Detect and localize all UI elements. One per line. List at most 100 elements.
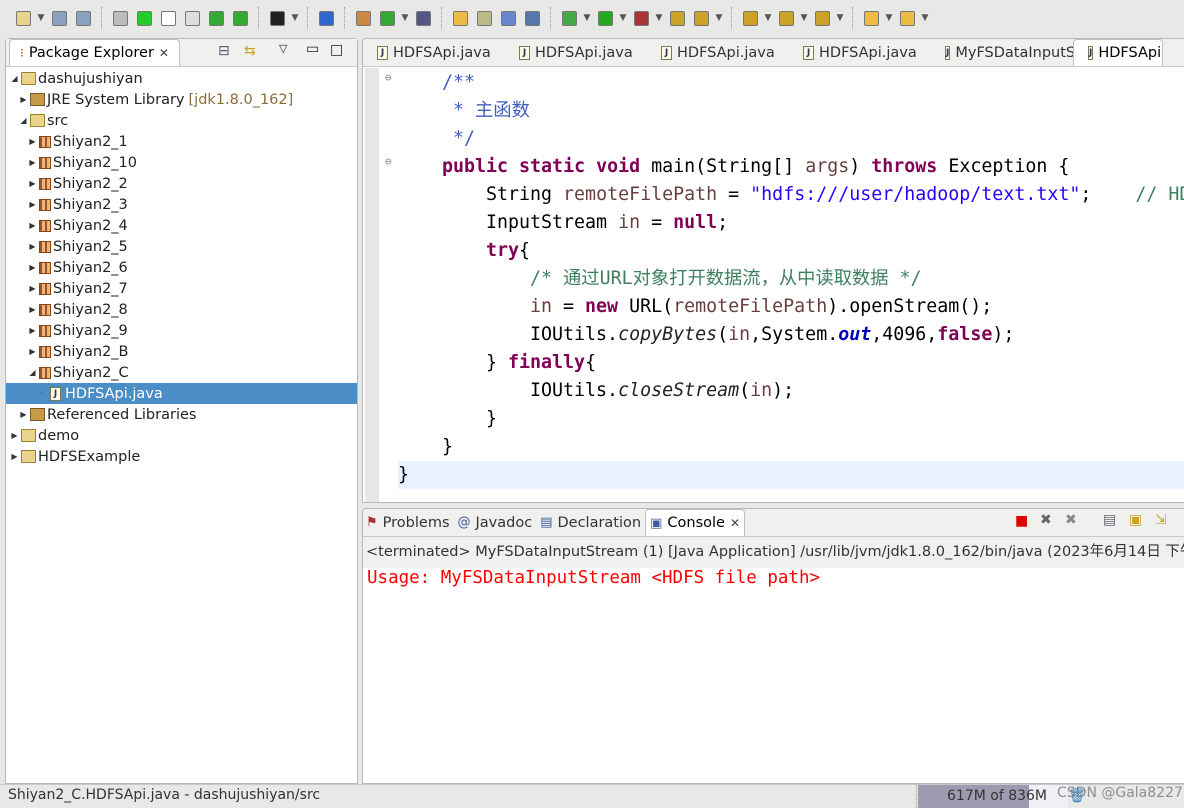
dropdown-arrow-icon[interactable]: ▼ xyxy=(582,13,592,23)
new-package-icon[interactable] xyxy=(352,7,374,29)
editor-tab[interactable]: J HDFSApi xyxy=(1073,39,1163,66)
maximize-icon[interactable]: □ xyxy=(330,42,343,58)
editor-tab[interactable]: J HDFSApi.java xyxy=(363,39,505,66)
dropdown-arrow-icon[interactable]: ▼ xyxy=(763,13,773,23)
tree-item[interactable]: ▶ Shiyan2_3 xyxy=(6,194,357,215)
close-icon[interactable]: ✕ xyxy=(159,46,169,60)
remove-all-terminated-icon[interactable]: ✖ xyxy=(1065,512,1077,528)
tree-item[interactable]: ▶ Shiyan2_6 xyxy=(6,257,357,278)
collapsed-arrow-icon[interactable]: ▶ xyxy=(28,179,37,188)
dropdown-arrow-icon[interactable]: ▼ xyxy=(618,13,628,23)
clear-console-icon[interactable]: ▤ xyxy=(1103,512,1116,528)
prev-annotation-icon[interactable] xyxy=(775,7,797,29)
collapsed-arrow-icon[interactable]: ▶ xyxy=(28,305,37,314)
remove-launch-icon[interactable]: ✖ xyxy=(1040,512,1052,528)
editor-tab[interactable]: J HDFSApi.java xyxy=(647,39,789,66)
show-source-icon[interactable] xyxy=(181,7,203,29)
tree-item[interactable]: ◢ dashujushiyan xyxy=(6,68,357,89)
run-ee-icon[interactable] xyxy=(229,7,251,29)
highlight-icon[interactable] xyxy=(449,7,471,29)
open-type-icon[interactable] xyxy=(412,7,434,29)
tree-item[interactable]: ▶ Shiyan2_7 xyxy=(6,278,357,299)
tree-item[interactable]: ▶ Shiyan2_5 xyxy=(6,236,357,257)
heap-status[interactable]: 617M of 836M xyxy=(918,785,1068,808)
link-with-editor-icon[interactable]: ⇆ xyxy=(244,43,256,59)
save-all-icon[interactable] xyxy=(72,7,94,29)
collapsed-arrow-icon[interactable]: ▶ xyxy=(10,452,19,461)
tree-item[interactable]: ▶ Shiyan2_B xyxy=(6,341,357,362)
last-edit-icon[interactable] xyxy=(811,7,833,29)
new-wizard-icon[interactable] xyxy=(12,7,34,29)
tree-item[interactable]: ▶ Shiyan2_10 xyxy=(6,152,357,173)
dropdown-arrow-icon[interactable]: ▼ xyxy=(884,13,894,23)
dropdown-arrow-icon[interactable]: ▼ xyxy=(920,13,930,23)
collapsed-arrow-icon[interactable]: ▶ xyxy=(28,158,37,167)
tree-item[interactable]: ▶ HDFSExample xyxy=(6,446,357,467)
view-menu-icon[interactable]: ▽ xyxy=(279,42,287,55)
back-icon[interactable] xyxy=(860,7,882,29)
collapsed-arrow-icon[interactable]: ▶ xyxy=(28,221,37,230)
dropdown-arrow-icon[interactable]: ▼ xyxy=(36,13,46,23)
forward-icon[interactable] xyxy=(896,7,918,29)
dropdown-arrow-icon[interactable]: ▼ xyxy=(400,13,410,23)
expanded-arrow-icon[interactable]: ◢ xyxy=(19,116,28,125)
toggle-breadcrumb-icon[interactable] xyxy=(133,7,155,29)
collapsed-arrow-icon[interactable]: ▶ xyxy=(19,95,28,104)
scroll-lock-icon[interactable]: ▣ xyxy=(1129,512,1142,528)
terminate-icon[interactable]: ■ xyxy=(1015,513,1028,529)
collapsed-arrow-icon[interactable]: ▶ xyxy=(19,410,28,419)
console-tab-javadoc[interactable]: @ Javadoc xyxy=(454,509,537,536)
dropdown-arrow-icon[interactable]: ▼ xyxy=(799,13,809,23)
console-tab-problems[interactable]: ⚑ Problems xyxy=(363,509,454,536)
collapsed-arrow-icon[interactable]: ▶ xyxy=(28,347,37,356)
external-tools-icon[interactable] xyxy=(473,7,495,29)
tree-item[interactable]: ▶ JRE System Library [jdk1.8.0_162] xyxy=(6,89,357,110)
skip-breakpoints-icon[interactable] xyxy=(315,7,337,29)
tree-item[interactable]: ▶ Referenced Libraries xyxy=(6,404,357,425)
collapsed-arrow-icon[interactable]: ▶ xyxy=(28,263,37,272)
word-wrap-icon[interactable]: ⇲ xyxy=(1155,512,1167,528)
close-icon[interactable]: ✕ xyxy=(730,516,740,530)
next-annotation-icon[interactable] xyxy=(739,7,761,29)
collapsed-arrow-icon[interactable]: ▶ xyxy=(28,200,37,209)
console-tab-console[interactable]: ▣ Console ✕ xyxy=(645,509,746,536)
tree-item[interactable]: ▶ demo xyxy=(6,425,357,446)
editor-tab[interactable]: J MyFSDataInputSt xyxy=(931,39,1081,66)
coverage-icon[interactable] xyxy=(630,7,652,29)
tree-item[interactable]: ▶ Shiyan2_8 xyxy=(6,299,357,320)
tree-item[interactable]: ▶ Shiyan2_4 xyxy=(6,215,357,236)
collapsed-arrow-icon[interactable]: ▶ xyxy=(28,242,37,251)
dropdown-arrow-icon[interactable]: ▼ xyxy=(835,13,845,23)
dropdown-arrow-icon[interactable]: ▼ xyxy=(290,13,300,23)
toggle-mark-occurrences-icon[interactable] xyxy=(109,7,131,29)
code-area[interactable]: /** ⊖ * 主函数 */ public static void main(Str… xyxy=(385,68,1184,502)
expanded-arrow-icon[interactable]: ◢ xyxy=(28,368,37,377)
new-class-icon[interactable] xyxy=(376,7,398,29)
tree-item[interactable]: ▶ Shiyan2_2 xyxy=(6,173,357,194)
collapse-all-icon[interactable]: ⊟ xyxy=(218,43,230,59)
search-icon[interactable] xyxy=(690,7,712,29)
tree-item[interactable]: ◢ Shiyan2_C xyxy=(6,362,357,383)
run-java-icon[interactable] xyxy=(205,7,227,29)
console-tab-declaration[interactable]: ▤ Declaration xyxy=(536,509,645,536)
toggle-block-icon[interactable] xyxy=(497,7,519,29)
collapsed-arrow-icon[interactable]: ▶ xyxy=(28,326,37,335)
dropdown-arrow-icon[interactable]: ▼ xyxy=(654,13,664,23)
minimize-icon[interactable]: ▭ xyxy=(306,41,319,57)
collapsed-arrow-icon[interactable]: ▶ xyxy=(28,284,37,293)
tab-package-explorer[interactable]: ⁝ Package Explorer ✕ xyxy=(9,39,180,66)
run-icon[interactable] xyxy=(594,7,616,29)
profile-icon[interactable] xyxy=(266,7,288,29)
editor-tab[interactable]: J HDFSApi.java xyxy=(505,39,647,66)
collapsed-arrow-icon[interactable]: ▶ xyxy=(10,431,19,440)
collapsed-arrow-icon[interactable]: ▶ xyxy=(28,137,37,146)
tree-item[interactable]: ◢ src xyxy=(6,110,357,131)
console-output[interactable]: Usage: MyFSDataInputStream <HDFS file pa… xyxy=(363,568,1184,588)
open-folder-icon[interactable] xyxy=(666,7,688,29)
save-icon[interactable] xyxy=(48,7,70,29)
tree-item[interactable]: · J HDFSApi.java xyxy=(6,383,357,404)
show-whitespace-icon[interactable] xyxy=(521,7,543,29)
show-javadoc-icon[interactable] xyxy=(157,7,179,29)
fold-toggle-icon[interactable]: ⊖ xyxy=(385,155,392,168)
debug-icon[interactable] xyxy=(558,7,580,29)
